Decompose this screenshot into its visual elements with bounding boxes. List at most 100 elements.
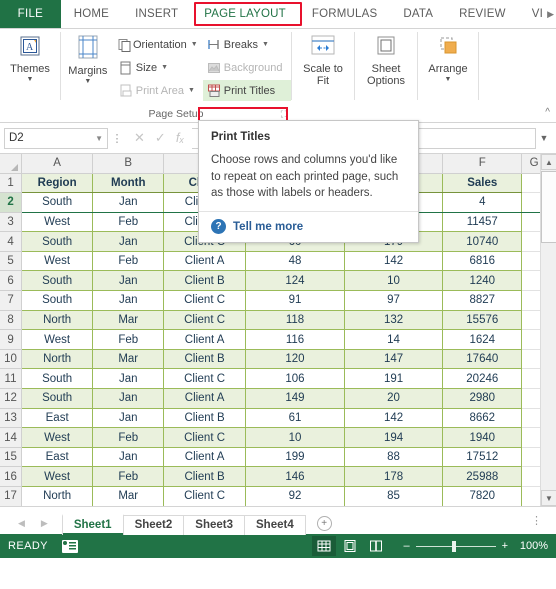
table-row-6[interactable]: 6 South Jan Client B 124 10 1240 [0,270,556,292]
cell-d15[interactable]: 199 [245,447,346,468]
orientation-caret-down-icon[interactable]: ▼ [191,41,198,48]
collapse-ribbon-icon[interactable]: ^ [545,107,550,118]
name-box-chevron-down-icon[interactable]: ▼ [95,134,103,143]
table-row-15[interactable]: 15 East Jan Client A 199 88 17512 [0,447,556,468]
tab-page-layout[interactable]: PAGE LAYOUT [191,0,299,28]
column-header-f[interactable]: F [442,154,523,174]
sheet-tab-sheet1[interactable]: Sheet1 [61,514,124,535]
cell-e13[interactable]: 142 [344,408,444,429]
column-header-a[interactable]: A [21,154,94,174]
zoom-slider[interactable]: – + [403,540,508,552]
sheet-options-more-icon[interactable]: ⋮ [531,514,542,527]
cell-b1[interactable]: Month [92,173,165,194]
tab-overflow-arrow-icon[interactable]: ▶ [547,9,554,20]
row-header-8[interactable]: 8 [0,310,23,331]
scroll-up-arrow-icon[interactable]: ▲ [541,154,556,170]
cell-c9[interactable]: Client A [163,329,246,350]
column-header-b[interactable]: B [92,154,165,174]
cell-d16[interactable]: 146 [245,466,346,487]
cell-a5[interactable]: West [21,251,94,272]
cell-f9[interactable]: 1624 [442,329,523,350]
cell-a4[interactable]: South [21,231,94,252]
insert-function-icon[interactable]: fₓ [176,130,185,146]
sheet-tab-sheet2[interactable]: Sheet2 [122,515,185,535]
row-header-3[interactable]: 3 [0,212,23,233]
view-page-layout-button[interactable] [338,536,362,556]
cell-c6[interactable]: Client B [163,270,246,292]
row-header-1[interactable]: 1 [0,173,23,194]
table-row-17[interactable]: 17 North Mar Client C 92 85 7820 [0,486,556,506]
table-row-16[interactable]: 16 West Feb Client B 146 178 25988 [0,466,556,487]
sheet-next-arrow-icon[interactable]: ▶ [41,518,48,529]
cell-f16[interactable]: 25988 [442,466,523,487]
cell-d17[interactable]: 92 [245,486,346,506]
cell-e7[interactable]: 97 [344,290,444,311]
cell-e10[interactable]: 147 [344,349,444,370]
scale-to-fit-button[interactable]: Scale to Fit [294,28,352,87]
cell-d13[interactable]: 61 [245,408,346,429]
cell-e8[interactable]: 132 [344,310,444,331]
cell-e9[interactable]: 14 [344,329,444,350]
cell-f15[interactable]: 17512 [442,447,523,468]
cell-f12[interactable]: 2980 [442,388,523,409]
cell-d11[interactable]: 106 [245,368,346,390]
view-page-break-button[interactable] [364,536,388,556]
cell-b12[interactable]: Jan [92,388,165,409]
vertical-scrollbar[interactable]: ▲ ▼ [540,154,556,506]
table-row-7[interactable]: 7 South Jan Client C 91 97 8827 [0,290,556,311]
cell-f3[interactable]: 11457 [442,212,523,233]
cell-f6[interactable]: 1240 [442,270,523,292]
cell-e11[interactable]: 191 [344,368,444,390]
cell-a10[interactable]: North [21,349,94,370]
cell-b7[interactable]: Jan [92,290,165,311]
table-row-12[interactable]: 12 South Jan Client A 149 20 2980 [0,388,556,409]
cell-b8[interactable]: Mar [92,310,165,331]
cell-d14[interactable]: 10 [245,427,346,448]
row-header-7[interactable]: 7 [0,290,23,311]
breaks-button[interactable]: Breaks ▼ [203,34,291,55]
themes-button[interactable]: A Themes ▼ [4,28,56,83]
arrange-caret-down-icon[interactable]: ▼ [445,76,452,83]
cell-c15[interactable]: Client A [163,447,246,468]
table-row-14[interactable]: 14 West Feb Client C 10 194 1940 [0,427,556,448]
cell-d7[interactable]: 91 [245,290,346,311]
background-button[interactable]: Background [203,57,291,78]
themes-caret-down-icon[interactable]: ▼ [27,76,34,83]
table-row-11[interactable]: 11 South Jan Client C 106 191 20246 [0,368,556,390]
cell-f1[interactable]: Sales [442,173,523,194]
cell-a1[interactable]: Region [21,173,94,194]
zoom-out-button[interactable]: – [403,540,409,552]
sheet-tab-sheet4[interactable]: Sheet4 [244,515,306,535]
row-header-14[interactable]: 14 [0,427,23,448]
cell-b9[interactable]: Feb [92,329,165,350]
cell-b5[interactable]: Feb [92,251,165,272]
cell-b4[interactable]: Jan [92,231,165,252]
row-header-2[interactable]: 2 [0,192,23,213]
tell-me-more-link[interactable]: ? Tell me more [211,212,406,242]
cell-a2[interactable]: South [21,192,94,213]
cell-c14[interactable]: Client C [163,427,246,448]
cell-f8[interactable]: 15576 [442,310,523,331]
name-box[interactable]: D2 ▼ [4,127,108,149]
row-header-15[interactable]: 15 [0,447,23,468]
table-row-8[interactable]: 8 North Mar Client C 118 132 15576 [0,310,556,331]
margins-caret-down-icon[interactable]: ▼ [84,78,91,85]
table-row-9[interactable]: 9 West Feb Client A 116 14 1624 [0,329,556,350]
cell-b16[interactable]: Feb [92,466,165,487]
macro-record-icon[interactable] [61,539,78,553]
confirm-icon[interactable]: ✓ [155,130,166,146]
cell-a15[interactable]: East [21,447,94,468]
cell-c5[interactable]: Client A [163,251,246,272]
vertical-scrollbar-thumb[interactable] [541,171,556,243]
row-header-11[interactable]: 11 [0,368,23,390]
zoom-slider-track[interactable] [415,540,496,552]
cell-d12[interactable]: 149 [245,388,346,409]
cell-e15[interactable]: 88 [344,447,444,468]
row-header-17[interactable]: 17 [0,486,23,506]
tab-review[interactable]: REVIEW [446,0,519,28]
row-header-16[interactable]: 16 [0,466,23,487]
cell-e6[interactable]: 10 [344,270,444,292]
breaks-caret-down-icon[interactable]: ▼ [262,41,269,48]
cell-a11[interactable]: South [21,368,94,390]
tab-formulas[interactable]: FORMULAS [299,0,391,28]
